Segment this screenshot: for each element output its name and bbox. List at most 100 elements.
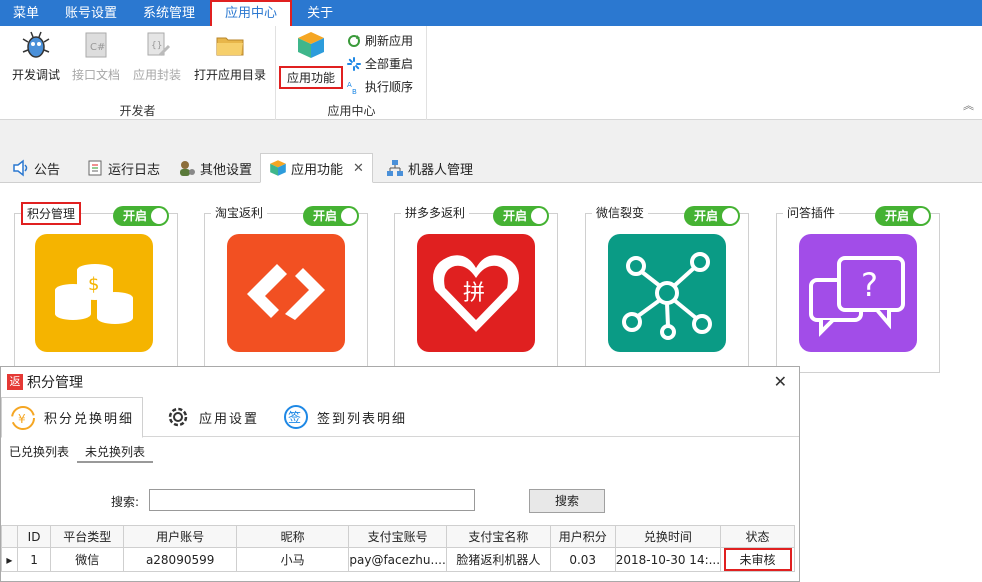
review-status-button[interactable]: 未审核 <box>723 548 792 571</box>
tab-other-settings[interactable]: 其他设置 <box>170 153 260 183</box>
search-button[interactable]: 搜索 <box>529 489 605 513</box>
table-cell: pay@facezhu.... <box>348 547 448 572</box>
tab-exchange-details[interactable]: ¥ 积分兑换明细 <box>1 397 144 438</box>
table-cell: 小马 <box>236 547 350 572</box>
dialog-title: 积分管理 <box>27 375 83 391</box>
api-docs-button[interactable]: C# 接口文档 <box>70 30 122 83</box>
dev-debug-label: 开发调试 <box>11 68 60 82</box>
table-cell: 0.03 <box>549 547 616 572</box>
column-header[interactable]: 用户积分 <box>549 525 616 548</box>
tab-label: 其他设置 <box>200 162 253 178</box>
svg-text:C#: C# <box>90 42 105 53</box>
refresh-icon <box>347 34 361 48</box>
spinner-icon <box>347 56 361 71</box>
column-header[interactable]: 用户账号 <box>123 525 238 548</box>
column-header[interactable]: 昵称 <box>236 525 350 548</box>
row-selector-icon[interactable]: ▸ <box>1 547 18 572</box>
collapse-ribbon-icon[interactable]: ︽ <box>963 97 974 113</box>
enable-toggle[interactable]: 开启 <box>875 206 931 226</box>
developer-group: 开发调试 C# 接口文档 {} 应用封装 打开应用目录 开发者 <box>0 26 276 120</box>
refresh-app-button[interactable]: 刷新应用 <box>347 32 413 49</box>
tab-robot-management[interactable]: 机器人管理 <box>378 153 481 183</box>
coins-icon: $ <box>35 234 153 352</box>
restart-all-label: 全部重启 <box>365 57 414 71</box>
folder-icon <box>215 30 245 60</box>
csharp-doc-icon: C# <box>81 30 111 60</box>
points-management-dialog: 返 积分管理 ✕ ¥ 积分兑换明细 应用设置 签 签到列表明细 已兑换列表 未兑… <box>0 366 800 582</box>
app-card-pinduoduo[interactable]: 拼多多返利 开启 拼 <box>394 204 558 373</box>
table-cell: a28090599 <box>123 547 238 572</box>
app-card-title: 问答插件 <box>783 204 840 221</box>
question-chat-icon: ? <box>799 234 917 352</box>
app-center-group-label: 应用中心 <box>327 104 376 118</box>
app-card-points[interactable]: 积分管理 开启 $ <box>14 202 178 373</box>
app-card-taobao[interactable]: 淘宝返利 开启 <box>204 204 368 373</box>
close-icon[interactable]: ✕ <box>774 372 787 391</box>
svg-text:{}: {} <box>151 41 162 51</box>
table-row[interactable]: ▸ 1 微信 a28090599 小马 pay@facezhu.... 脸猪返利… <box>1 547 795 572</box>
tab-label: 应用功能 <box>291 162 344 178</box>
enable-toggle[interactable]: 开启 <box>684 206 740 226</box>
app-card-title: 淘宝返利 <box>211 204 268 221</box>
app-function-button[interactable]: 应用功能 <box>279 30 343 89</box>
svg-text:拼: 拼 <box>463 281 485 306</box>
bug-icon <box>21 30 51 60</box>
column-header[interactable]: 支付宝账号 <box>348 525 448 548</box>
status-cell[interactable]: 未审核 <box>720 547 795 572</box>
dialog-titlebar: 返 积分管理 <box>1 367 799 397</box>
restart-all-button[interactable]: 全部重启 <box>347 55 413 72</box>
close-icon[interactable]: ✕ <box>353 161 364 176</box>
app-card-title: 微信裂变 <box>592 204 649 221</box>
app-card-qa-plugin[interactable]: 问答插件 开启 ? <box>776 204 940 373</box>
app-function-label: 应用功能 <box>279 66 343 89</box>
taobao-icon <box>227 234 345 352</box>
column-header[interactable]: 支付宝名称 <box>446 525 551 548</box>
column-header[interactable]: 平台类型 <box>50 525 125 548</box>
exec-order-button[interactable]: AB 执行顺序 <box>347 78 413 96</box>
menubar: 菜单 账号设置 系统管理 应用中心 关于 <box>0 0 982 26</box>
sort-az-icon: AB <box>347 80 361 96</box>
open-app-dir-button[interactable]: 打开应用目录 <box>192 30 268 83</box>
rebate-app-icon: 返 <box>7 374 23 390</box>
search-input[interactable] <box>149 489 475 511</box>
app-card-title: 拼多多返利 <box>401 204 470 221</box>
table-cell: 脸猪返利机器人 <box>446 547 551 572</box>
dev-debug-button[interactable]: 开发调试 <box>8 30 64 83</box>
svg-text:?: ? <box>861 266 878 304</box>
table-cell: 1 <box>16 547 52 572</box>
package-icon: {} <box>142 30 172 60</box>
menu-item-account-settings[interactable]: 账号设置 <box>52 0 130 26</box>
menu-item-system-management[interactable]: 系统管理 <box>130 0 208 26</box>
menu-item-menu[interactable]: 菜单 <box>0 0 52 26</box>
pinduoduo-heart-icon: 拼 <box>417 234 535 352</box>
menu-item-app-center[interactable]: 应用中心 <box>210 0 293 26</box>
exchange-yen-icon: ¥ <box>10 405 36 431</box>
app-card-wechat-fission[interactable]: 微信裂变 开启 <box>585 204 749 373</box>
app-package-button[interactable]: {} 应用封装 <box>130 30 184 83</box>
menu-item-about[interactable]: 关于 <box>294 0 346 26</box>
enable-toggle[interactable]: 开启 <box>493 206 549 226</box>
tab-checkin-list[interactable]: 签 签到列表明细 <box>275 397 415 437</box>
cube-icon <box>296 30 326 60</box>
ribbon: 开发调试 C# 接口文档 {} 应用封装 打开应用目录 开发者 应用功能 刷新应… <box>0 26 982 120</box>
share-nodes-icon <box>608 234 726 352</box>
svg-text:¥: ¥ <box>18 412 28 426</box>
column-header[interactable]: 状态 <box>720 525 795 548</box>
tab-app-function[interactable]: 应用功能 ✕ <box>260 153 373 183</box>
table-cell: 微信 <box>50 547 125 572</box>
settings-person-icon <box>178 159 196 177</box>
tab-app-settings[interactable]: 应用设置 <box>157 397 267 437</box>
svg-text:B: B <box>352 88 357 94</box>
gear-icon <box>165 404 191 430</box>
column-header[interactable]: ID <box>16 525 52 548</box>
enable-toggle[interactable]: 开启 <box>113 206 169 226</box>
checkin-sign-icon: 签 <box>283 404 309 430</box>
subtab-redeemed[interactable]: 已兑换列表 <box>1 439 77 463</box>
enable-toggle[interactable]: 开启 <box>303 206 359 226</box>
search-row: 搜索: 搜索 <box>1 489 799 513</box>
subtab-unredeemed[interactable]: 未兑换列表 <box>77 439 154 463</box>
tab-announcement[interactable]: 公告 <box>4 153 68 183</box>
column-header[interactable]: 兑换时间 <box>614 525 722 548</box>
tab-run-log[interactable]: 运行日志 <box>78 153 168 183</box>
cube-icon <box>269 159 287 177</box>
